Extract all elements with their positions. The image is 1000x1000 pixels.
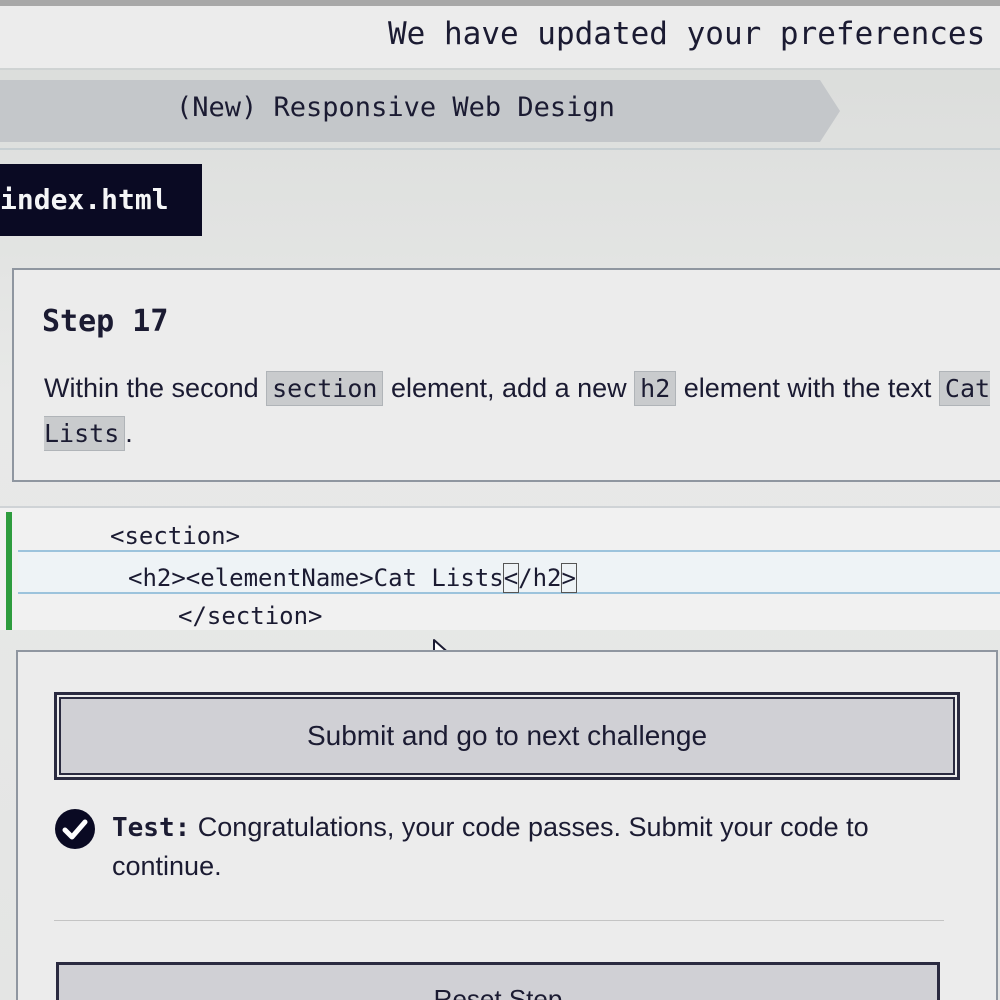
instructions-panel: Step 17 Within the second section elemen… [12,268,1000,482]
code-editor[interactable]: <section> <h2><elementName>Cat Lists</h2… [0,506,1000,630]
top-edge [0,0,1000,6]
test-label: Test: [112,813,191,843]
reset-step-button[interactable]: Reset Step [56,962,940,1000]
step-description: Within the second section element, add a… [44,366,994,456]
flash-message-banner: We have updated your preferences [0,0,1000,70]
desc-text: . [125,418,133,448]
inline-code-h2: h2 [634,371,677,406]
code-line-2-tag: /h2 [518,564,562,592]
screen: We have updated your preferences (New) R… [0,0,1000,1000]
editor-file-tab[interactable]: index.html [0,164,202,236]
test-message-text: Congratulations, your code passes. Submi… [112,812,869,881]
code-line-1[interactable]: <section> [110,522,240,550]
code-line-2-text: <h2><elementName>Cat Lists [128,564,504,592]
action-panel: Submit and go to next challenge Test: Co… [16,650,998,1000]
breadcrumb[interactable]: (New) Responsive Web Design [0,80,840,142]
matching-bracket-close: > [560,563,577,593]
flash-message-text: We have updated your preferences [388,16,986,52]
file-tab-label: index.html [0,183,169,216]
submit-next-challenge-button[interactable]: Submit and go to next challenge [54,692,960,780]
desc-text: element, add a new [383,373,635,403]
check-circle-icon [55,809,95,849]
code-line-2[interactable]: <h2><elementName>Cat Lists</h2> [128,563,577,593]
desc-text: element with the text [676,373,939,403]
test-message: Test: Congratulations, your code passes.… [112,808,942,885]
editable-region-marker [6,512,12,630]
step-title: Step 17 [42,304,169,339]
code-line-3[interactable]: </section> [178,602,323,630]
inline-code-section: section [266,371,384,406]
breadcrumb-course-link[interactable]: (New) Responsive Web Design [176,92,615,123]
panel-divider [54,920,944,921]
matching-bracket-open: < [502,563,520,593]
desc-text: Within the second [44,373,267,403]
breadcrumb-divider [0,148,1000,150]
